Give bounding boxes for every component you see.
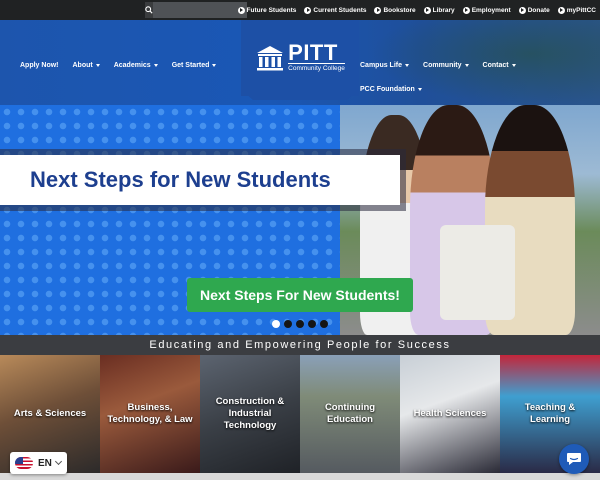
nav-label: Campus Life (360, 62, 403, 69)
program-tile-label: Continuing Education (324, 402, 376, 425)
nav-campus-life[interactable]: Campus Life (360, 62, 410, 69)
caret-down-icon (417, 88, 422, 91)
site-logo[interactable]: PITT Community College (241, 20, 359, 96)
utility-link-label: Employment (471, 6, 511, 14)
language-selector[interactable]: EN (10, 452, 67, 474)
nav-get-started[interactable]: Get Started (172, 62, 217, 69)
caret-down-icon (511, 64, 516, 67)
caret-down-icon (153, 64, 158, 67)
program-tiles: Arts & Sciences Business, Technology, & … (0, 355, 600, 473)
logo-inner: PITT Community College (255, 40, 345, 73)
nav-label: About (72, 62, 93, 69)
caret-down-icon (95, 64, 100, 67)
tagline-bar: Educating and Empowering People for Succ… (0, 335, 600, 355)
nav-contact[interactable]: Contact (483, 62, 516, 69)
arrow-circle-icon (237, 6, 245, 14)
nav-academics[interactable]: Academics (114, 62, 158, 69)
hero-slider: Next Steps for New Students Next Steps F… (0, 105, 600, 335)
caret-down-icon (464, 64, 469, 67)
hero-title: Next Steps for New Students (30, 167, 331, 192)
program-tile-construction-industrial[interactable]: Construction & Industrial Technology (200, 355, 300, 473)
slider-pagination (272, 320, 332, 328)
program-tile-business-technology-law[interactable]: Business, Technology, & Law (100, 355, 200, 473)
slider-dot-5[interactable] (320, 320, 328, 328)
nav-label: Contact (482, 62, 509, 69)
building-columns-icon (257, 46, 284, 71)
arrow-circle-icon (304, 6, 312, 14)
utility-bar: Future Students Current Students Booksto… (0, 0, 600, 20)
hero-cta-button[interactable]: Next Steps For New Students! (187, 278, 413, 312)
main-nav-right-second-row: PCC Foundation (360, 86, 436, 93)
utility-link-label: Library (432, 6, 455, 14)
nav-label: Academics (113, 62, 151, 69)
utility-link-future-students[interactable]: Future Students (237, 6, 297, 14)
utility-link-employment[interactable]: Employment (462, 6, 511, 14)
arrow-circle-icon (374, 6, 382, 14)
search-box (145, 2, 247, 18)
caret-down-icon (212, 64, 217, 67)
arrow-circle-icon (423, 6, 431, 14)
logo-name: PITT (288, 40, 338, 65)
slider-dot-1[interactable] (272, 320, 280, 328)
search-icon[interactable] (145, 2, 153, 18)
nav-label: Apply Now! (20, 62, 59, 69)
language-code: EN (38, 457, 52, 469)
caret-down-icon (405, 64, 410, 67)
utility-link-donate[interactable]: Donate (518, 6, 550, 14)
utility-link-label: Current Students (313, 6, 367, 14)
chevron-down-icon (54, 457, 62, 466)
main-nav-right: Campus Life Community Contact (360, 62, 530, 69)
utility-link-library[interactable]: Library (423, 6, 455, 14)
slider-dot-3[interactable] (296, 320, 304, 328)
footer-strip (0, 473, 600, 480)
nav-about[interactable]: About (73, 62, 100, 69)
nav-label: PCC Foundation (360, 86, 415, 93)
program-tile-label: Health Sciences (413, 408, 487, 419)
nav-apply-now[interactable]: Apply Now! (20, 62, 59, 69)
arrow-circle-icon (518, 6, 526, 14)
slider-dot-2[interactable] (284, 320, 292, 328)
us-flag-icon (15, 457, 33, 469)
program-tile-continuing-education[interactable]: Continuing Education (300, 355, 400, 473)
hero-tote-bag (440, 225, 515, 320)
arrow-circle-icon (462, 6, 470, 14)
main-nav-left: Apply Now! About Academics Get Started (20, 62, 230, 69)
program-tile-health-sciences[interactable]: Health Sciences (400, 355, 500, 473)
nav-label: Community (423, 62, 462, 69)
slider-dot-4[interactable] (308, 320, 316, 328)
utility-link-current-students[interactable]: Current Students (304, 6, 367, 14)
utility-link-label: Future Students (246, 6, 297, 14)
tagline-text: Educating and Empowering People for Succ… (149, 339, 451, 351)
chat-bubble-icon (567, 453, 581, 465)
nav-community[interactable]: Community (423, 62, 469, 69)
logo-text: PITT Community College (288, 40, 345, 73)
utility-links: Future Students Current Students Booksto… (230, 0, 596, 20)
chat-button[interactable] (559, 444, 589, 474)
arrow-circle-icon (557, 6, 565, 14)
logo-subtitle: Community College (288, 63, 345, 72)
nav-label: Get Started (171, 62, 210, 69)
utility-link-label: myPittCC (566, 6, 596, 14)
nav-pcc-foundation[interactable]: PCC Foundation (360, 86, 422, 93)
program-tile-label: Business, Technology, & Law (107, 402, 193, 425)
program-tile-label: Construction & Industrial Technology (215, 396, 285, 431)
utility-link-bookstore[interactable]: Bookstore (374, 6, 416, 14)
utility-link-label: Donate (527, 6, 550, 14)
utility-link-label: Bookstore (383, 6, 416, 14)
utility-link-mypittcc[interactable]: myPittCC (557, 6, 596, 14)
